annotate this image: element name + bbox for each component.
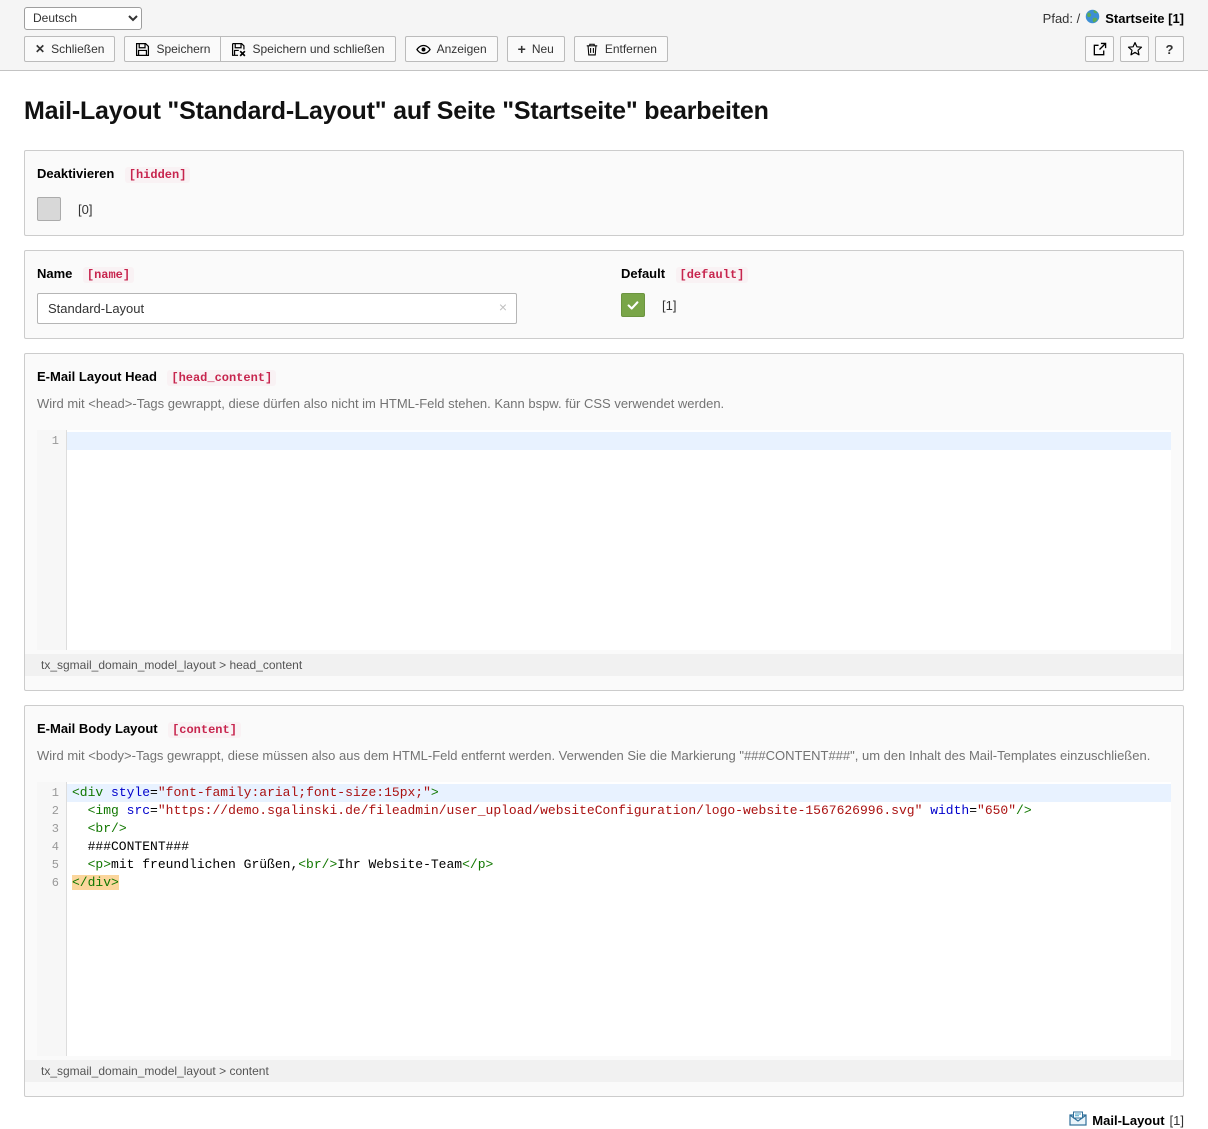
head-content-code: [head_content] <box>167 370 276 386</box>
external-link-icon <box>1092 42 1107 57</box>
page-path: Pfad: / Startseite [1] <box>1043 9 1184 27</box>
clear-input-icon[interactable]: × <box>499 300 507 314</box>
new-button[interactable]: + Neu <box>507 36 565 62</box>
field-label-row: Deaktivieren [hidden] <box>37 165 1171 183</box>
mail-envelope-icon <box>1069 1111 1087 1129</box>
record-footer: Mail-Layout [1] <box>24 1111 1184 1129</box>
content-label: E-Mail Body Layout <box>37 721 158 736</box>
floppy-disk-icon <box>135 42 150 57</box>
content-description: Wird mit <body>-Tags gewrappt, diese müs… <box>37 746 1167 766</box>
toolbar-right: ? <box>1085 36 1184 62</box>
trash-icon <box>585 42 599 57</box>
editor-code-area[interactable] <box>67 430 1171 650</box>
head-content-description: Wird mit <head>-Tags gewrappt, diese dür… <box>37 394 1171 414</box>
field-label-row: E-Mail Layout Head [head_content] <box>37 368 1171 386</box>
field-label-row: Default [default] <box>621 265 748 283</box>
delete-button[interactable]: Entfernen <box>574 36 668 62</box>
path-page-name[interactable]: Startseite [1] <box>1105 11 1184 26</box>
section-content: E-Mail Body Layout [content] Wird mit <b… <box>24 705 1184 1097</box>
close-x-icon: ✕ <box>35 43 45 55</box>
plus-icon: + <box>518 42 526 56</box>
open-in-new-window-button[interactable] <box>1085 36 1114 62</box>
content-editor[interactable]: 123456 <div style="font-family:arial;fon… <box>37 782 1171 1056</box>
editor-gutter: 1 <box>37 430 67 650</box>
help-button[interactable]: ? <box>1155 36 1184 62</box>
checkmark-icon <box>626 298 640 312</box>
content-code: [content] <box>168 722 241 738</box>
field-label-row: E-Mail Body Layout [content] <box>37 720 1171 738</box>
section-name-default: Name [name] × Default [default] [1] <box>24 250 1184 339</box>
hidden-field-code: [hidden] <box>125 167 191 183</box>
editor-gutter: 123456 <box>37 782 67 1056</box>
head-content-editor[interactable]: 1 <box>37 430 1171 650</box>
hidden-checkbox[interactable] <box>37 197 61 221</box>
record-type-label: Mail-Layout <box>1092 1113 1164 1128</box>
eye-icon <box>416 42 431 57</box>
star-icon <box>1127 41 1143 57</box>
language-select[interactable]: Deutsch <box>24 7 142 30</box>
toolbar-left: ✕ Schließen Speichern <box>24 36 668 62</box>
default-checkbox[interactable] <box>621 293 645 317</box>
field-label-row: Name [name] <box>37 265 517 283</box>
page-title: Mail-Layout "Standard-Layout" auf Seite … <box>24 97 1184 126</box>
hidden-field-label: Deaktivieren <box>37 166 114 181</box>
name-field-code: [name] <box>83 267 134 283</box>
default-checkbox-value: [1] <box>662 298 676 313</box>
default-field-label: Default <box>621 266 665 281</box>
floppy-disk-x-icon <box>231 42 246 57</box>
globe-icon <box>1085 9 1100 27</box>
record-uid: [1] <box>1170 1113 1184 1128</box>
save-and-close-button[interactable]: Speichern und schließen <box>221 36 395 62</box>
default-field-code: [default] <box>676 267 749 283</box>
head-content-label: E-Mail Layout Head <box>37 369 157 384</box>
editor-code-area[interactable]: <div style="font-family:arial;font-size:… <box>67 782 1171 1056</box>
question-mark-icon: ? <box>1166 42 1174 57</box>
close-button[interactable]: ✕ Schließen <box>24 36 115 62</box>
section-head-content: E-Mail Layout Head [head_content] Wird m… <box>24 353 1184 691</box>
content-status-bar: tx_sgmail_domain_model_layout > content <box>25 1060 1183 1082</box>
path-label: Pfad: / <box>1043 11 1081 26</box>
name-field-label: Name <box>37 266 72 281</box>
hidden-checkbox-value: [0] <box>78 202 92 217</box>
head-content-status-bar: tx_sgmail_domain_model_layout > head_con… <box>25 654 1183 676</box>
section-hidden: Deaktivieren [hidden] [0] <box>24 150 1184 236</box>
doc-header: Deutsch Pfad: / Startseite [1] ✕ Schließ… <box>0 0 1208 71</box>
view-button[interactable]: Anzeigen <box>405 36 498 62</box>
save-button[interactable]: Speichern <box>124 36 221 62</box>
bookmark-button[interactable] <box>1120 36 1149 62</box>
name-input[interactable] <box>37 293 517 324</box>
